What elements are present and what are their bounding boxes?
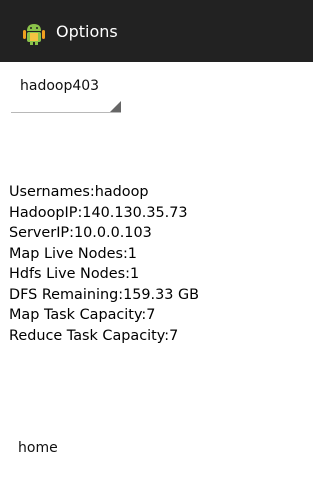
spinner-selected-value: hadoop403	[20, 78, 100, 94]
info-hadoop-ip: HadoopIP:140.130.35.73	[9, 204, 188, 221]
info-hdfs-live-nodes: Hdfs Live Nodes:1	[9, 266, 140, 282]
info-map-task-capacity: Map Task Capacity:7	[9, 307, 156, 323]
action-bar: Options	[0, 0, 313, 62]
dropdown-triangle-icon	[110, 101, 121, 112]
spinner-underline	[11, 112, 121, 113]
app-title: Options	[56, 22, 118, 41]
cluster-info: Usernames:hadoop HadoopIP:140.130.35.73 …	[9, 182, 199, 346]
info-reduce-task-capacity: Reduce Task Capacity:7	[9, 327, 179, 344]
info-usernames: Usernames:hadoop	[9, 184, 149, 200]
android-robot-icon[interactable]	[22, 21, 46, 45]
server-spinner[interactable]: hadoop403	[11, 68, 123, 113]
info-map-live-nodes: Map Live Nodes:1	[9, 245, 137, 262]
home-button[interactable]: home	[18, 440, 58, 456]
info-server-ip: ServerIP:10.0.0.103	[9, 225, 152, 241]
info-dfs-remaining: DFS Remaining:159.33 GB	[9, 286, 200, 303]
